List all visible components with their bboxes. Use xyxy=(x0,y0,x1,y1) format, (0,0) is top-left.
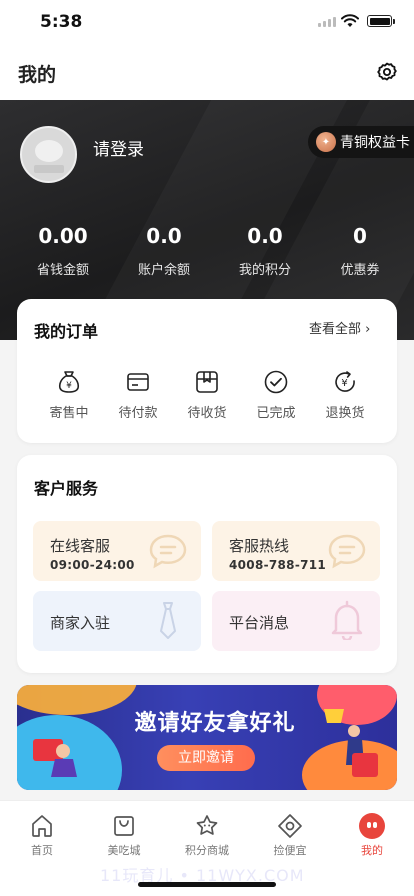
yen-refresh-icon: ¥ xyxy=(335,371,355,392)
banner-headline: 邀请好友拿好礼 xyxy=(134,711,296,736)
home-indicator xyxy=(138,882,276,887)
stat-label: 优惠券 xyxy=(340,263,380,278)
stat-label: 省钱金额 xyxy=(36,263,89,278)
tile-subtitle: 09:00-24:00 xyxy=(50,558,135,572)
stat-balance[interactable]: 0.0 账户余额 xyxy=(114,224,214,278)
order-pending-payment-button[interactable]: 待付款 xyxy=(103,369,173,421)
money-bag-icon: ¥ xyxy=(58,371,80,393)
trophy-person-illustration xyxy=(324,709,378,777)
online-support-tile[interactable]: 在线客服 09:00-24:00 xyxy=(33,521,201,581)
tab-label: 首页 xyxy=(31,844,53,857)
tile-title: 在线客服 xyxy=(50,537,111,555)
tab-points-mall[interactable]: 积分商城 xyxy=(172,813,242,858)
invite-now-button[interactable]: 立即邀请 xyxy=(157,745,255,771)
customer-service-card: 客户服务 在线客服 09:00-24:00 客服热线 4008-788-711 … xyxy=(17,455,397,673)
tile-subtitle: 4008-788-711 xyxy=(229,558,327,572)
tab-label: 美吃城 xyxy=(107,844,141,857)
avatar[interactable] xyxy=(20,126,77,183)
stat-savings[interactable]: 0.00 省钱金额 xyxy=(13,224,113,278)
gear-icon[interactable] xyxy=(376,61,398,83)
tab-home[interactable]: 首页 xyxy=(7,813,77,858)
vip-card-badge[interactable]: ✦ 青铜权益卡 xyxy=(308,126,414,158)
stat-value: 0.00 xyxy=(38,224,88,248)
tile-title: 商家入驻 xyxy=(50,614,111,632)
tie-icon xyxy=(160,602,176,639)
order-label: 已完成 xyxy=(256,406,296,421)
vip-card-label: 青铜权益卡 xyxy=(340,135,410,151)
order-completed-button[interactable]: 已完成 xyxy=(241,369,311,421)
star-face-icon xyxy=(196,815,218,835)
chat-bubble-icon xyxy=(328,534,366,569)
package-box-icon xyxy=(196,371,218,393)
stat-label: 我的积分 xyxy=(238,263,291,278)
service-title: 客户服务 xyxy=(34,479,99,498)
stat-points[interactable]: 0.0 我的积分 xyxy=(215,224,315,278)
person-with-gift-illustration xyxy=(33,739,77,777)
battery-icon xyxy=(367,15,395,27)
login-link[interactable]: 请登录 xyxy=(93,135,144,160)
diamond-icon xyxy=(278,814,302,838)
order-label: 待付款 xyxy=(118,406,158,421)
stat-value: 0 xyxy=(353,224,367,248)
my-orders-card: 我的订单 查看全部 › ¥ 寄售中 待付款 待收货 已完成 ¥ 退换货 xyxy=(17,299,397,443)
tile-title: 客服热线 xyxy=(229,537,290,555)
orders-title: 我的订单 xyxy=(34,322,99,341)
svg-text:¥: ¥ xyxy=(341,378,347,389)
stat-value: 0.0 xyxy=(247,224,283,248)
tab-label: 捡便宜 xyxy=(273,844,307,857)
tab-label: 我的 xyxy=(361,844,383,857)
top-nav-bar: 我的 xyxy=(0,44,414,100)
stat-value: 0.0 xyxy=(146,224,182,248)
svg-text:¥: ¥ xyxy=(66,381,72,391)
home-icon xyxy=(32,815,52,837)
order-pending-receipt-button[interactable]: 待收货 xyxy=(172,369,242,421)
order-label: 寄售中 xyxy=(49,406,89,421)
stat-coupons[interactable]: 0 优惠券 xyxy=(310,224,410,278)
wifi-icon xyxy=(341,14,359,27)
profile-face-icon xyxy=(359,813,385,839)
status-bar: 5:38 xyxy=(0,0,414,44)
shopping-bag-icon xyxy=(114,816,134,836)
tile-title: 平台消息 xyxy=(229,614,290,632)
tab-mine[interactable]: 我的 xyxy=(337,813,407,858)
order-label: 待收货 xyxy=(187,406,227,421)
stat-label: 账户余额 xyxy=(137,263,190,278)
wallet-card-icon xyxy=(127,373,149,391)
tab-bargains[interactable]: 捡便宜 xyxy=(255,813,325,858)
merchant-join-tile[interactable]: 商家入驻 xyxy=(33,591,201,651)
cellular-signal-icon xyxy=(318,17,336,27)
order-returns-button[interactable]: ¥ 退换货 xyxy=(310,369,380,421)
check-circle-icon xyxy=(264,370,288,394)
bronze-medal-icon: ✦ xyxy=(316,132,336,152)
order-label: 退换货 xyxy=(325,406,365,421)
view-all-orders-link[interactable]: 查看全部 › xyxy=(309,318,370,337)
page-title: 我的 xyxy=(18,64,57,86)
order-consigning-button[interactable]: ¥ 寄售中 xyxy=(34,369,104,421)
status-time: 5:38 xyxy=(40,12,83,32)
tab-food-city[interactable]: 美吃城 xyxy=(89,813,159,858)
chat-bubble-icon xyxy=(149,534,187,569)
hotline-tile[interactable]: 客服热线 4008-788-711 xyxy=(212,521,380,581)
tab-label: 积分商城 xyxy=(185,844,229,857)
bell-icon xyxy=(331,600,363,640)
invite-friends-banner[interactable]: 邀请好友拿好礼 立即邀请 xyxy=(17,685,397,790)
platform-messages-tile[interactable]: 平台消息 xyxy=(212,591,380,651)
